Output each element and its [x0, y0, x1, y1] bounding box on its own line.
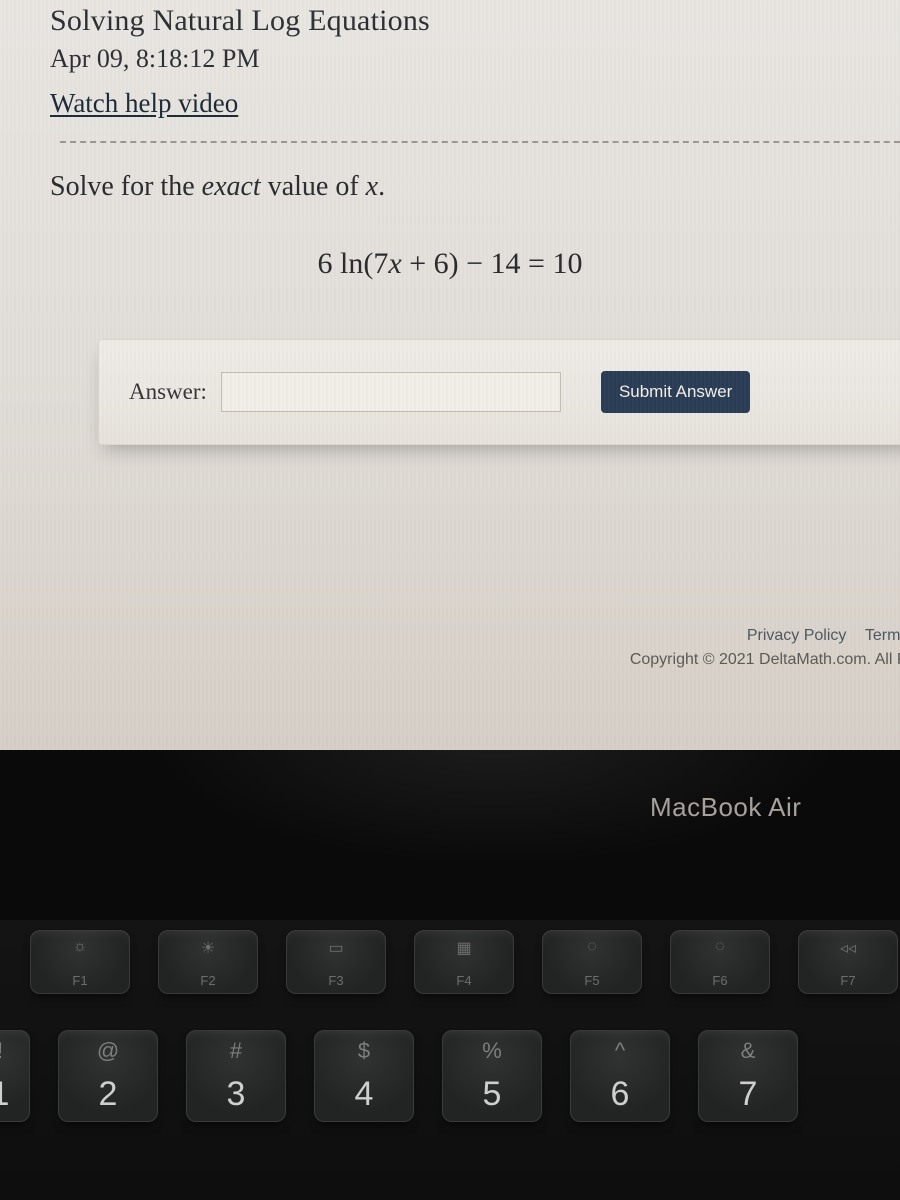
- key-lower: 1: [0, 1075, 30, 1114]
- app-screen: Solving Natural Log Equations Apr 09, 8:…: [0, 0, 900, 750]
- key-upper: ^: [570, 1038, 670, 1064]
- key-upper: &: [698, 1038, 798, 1064]
- brightness-up-icon: ☀: [158, 938, 258, 958]
- keyboard-fn-row: ☼ F1 ☀ F2 ▭ F3 ▦ F4 ◌ F5 ◌ F6 ◃◃ F7: [30, 930, 898, 994]
- key-label: F5: [542, 973, 642, 988]
- key-7[interactable]: & 7: [698, 1030, 798, 1122]
- page-timestamp: Apr 09, 8:18:12 PM: [50, 44, 900, 74]
- prompt-end: .: [378, 171, 385, 202]
- key-f3[interactable]: ▭ F3: [286, 930, 386, 994]
- key-label: F1: [30, 973, 130, 988]
- key-label: F4: [414, 973, 514, 988]
- problem-prompt: Solve for the exact value of x.: [50, 171, 900, 203]
- eq-inside-coeff: 7: [373, 247, 388, 280]
- page-footer: Privacy Policy Terms of Service Copyrigh…: [630, 624, 900, 672]
- eq-equals: =: [521, 247, 553, 280]
- key-f1[interactable]: ☼ F1: [30, 930, 130, 994]
- key-label: F2: [158, 973, 258, 988]
- launchpad-icon: ▦: [414, 938, 514, 958]
- laptop-keyboard: ☼ F1 ☀ F2 ▭ F3 ▦ F4 ◌ F5 ◌ F6 ◃◃ F7 !: [0, 920, 900, 1200]
- prompt-text-post: value of: [261, 171, 366, 202]
- eq-lhs-coeff: 6: [318, 247, 333, 280]
- answer-label: Answer:: [129, 379, 207, 405]
- laptop-bezel: MacBook Air: [0, 750, 900, 920]
- key-f4[interactable]: ▦ F4: [414, 930, 514, 994]
- page-title: Solving Natural Log Equations: [50, 0, 900, 38]
- key-label: F3: [286, 973, 386, 988]
- key-1[interactable]: ! 1: [0, 1030, 30, 1122]
- eq-fn: ln: [340, 247, 363, 280]
- problem-equation: 6 ln(7x + 6) − 14 = 10: [50, 247, 850, 281]
- key-upper: !: [0, 1038, 30, 1064]
- eq-inside-var: x: [388, 247, 401, 280]
- prompt-text-pre: Solve for the: [50, 171, 202, 202]
- key-f5[interactable]: ◌ F5: [542, 930, 642, 994]
- laptop-model-label: MacBook Air: [650, 792, 801, 823]
- watch-help-video-link[interactable]: Watch help video: [50, 88, 238, 119]
- key-upper: #: [186, 1038, 286, 1064]
- brightness-down-icon: ☼: [30, 938, 130, 956]
- answer-input[interactable]: [221, 372, 561, 412]
- privacy-policy-link[interactable]: Privacy Policy: [747, 627, 847, 644]
- key-upper: $: [314, 1038, 414, 1064]
- keyboard-number-row: ! 1 @ 2 # 3 $ 4 % 5 ^ 6 & 7: [0, 1030, 798, 1122]
- key-lower: 5: [442, 1075, 542, 1114]
- keyboard-light-down-icon: ◌: [542, 938, 642, 956]
- key-label: F7: [798, 973, 898, 988]
- key-upper: %: [442, 1038, 542, 1064]
- key-label: F6: [670, 973, 770, 988]
- key-5[interactable]: % 5: [442, 1030, 542, 1122]
- key-lower: 7: [698, 1075, 798, 1114]
- rewind-icon: ◃◃: [798, 938, 898, 958]
- mission-control-icon: ▭: [286, 938, 386, 958]
- key-upper: @: [58, 1038, 158, 1064]
- keyboard-light-up-icon: ◌: [670, 938, 770, 956]
- key-2[interactable]: @ 2: [58, 1030, 158, 1122]
- key-lower: 3: [186, 1075, 286, 1114]
- key-lower: 4: [314, 1075, 414, 1114]
- key-4[interactable]: $ 4: [314, 1030, 414, 1122]
- answer-card: Answer: Submit Answer: [98, 339, 900, 445]
- key-lower: 2: [58, 1075, 158, 1114]
- key-6[interactable]: ^ 6: [570, 1030, 670, 1122]
- eq-inside-plus: + 6: [402, 247, 449, 280]
- eq-minus: − 14: [459, 247, 521, 280]
- eq-rhs: 10: [552, 247, 582, 280]
- key-f2[interactable]: ☀ F2: [158, 930, 258, 994]
- section-divider: [60, 141, 900, 143]
- prompt-emphasis: exact: [202, 171, 261, 202]
- terms-of-service-link[interactable]: Terms of Service: [865, 627, 900, 644]
- key-lower: 6: [570, 1075, 670, 1114]
- prompt-variable: x: [366, 171, 378, 202]
- submit-answer-button[interactable]: Submit Answer: [601, 371, 750, 413]
- copyright-text: Copyright © 2021 DeltaMath.com. All Righ…: [630, 648, 900, 672]
- key-3[interactable]: # 3: [186, 1030, 286, 1122]
- key-f6[interactable]: ◌ F6: [670, 930, 770, 994]
- key-f7[interactable]: ◃◃ F7: [798, 930, 898, 994]
